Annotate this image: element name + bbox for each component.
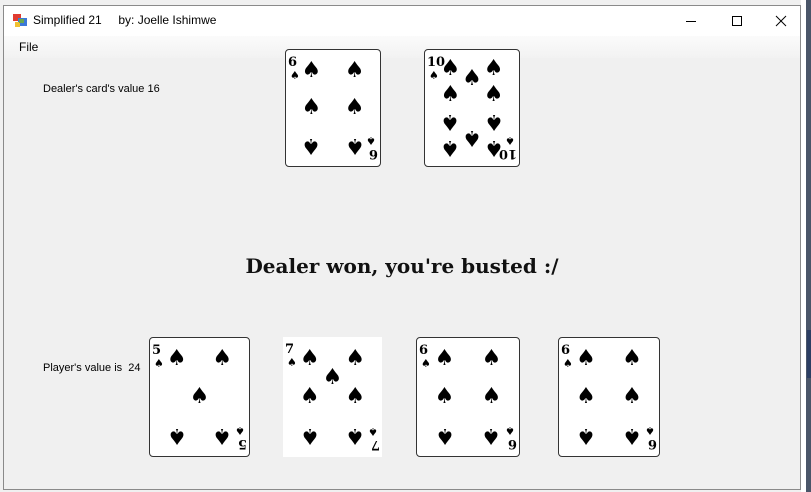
spade-icon: ♠ [290,69,300,82]
spade-icon: ♠ [483,82,504,108]
background-scrollbar [806,0,811,492]
spade-icon: ♠ [189,384,210,409]
maximize-button[interactable] [714,6,760,36]
spade-icon: ♠ [212,422,233,448]
dealer-value-label: Dealer's card's value 16 [43,83,160,95]
spade-icon: ♠ [622,384,642,409]
spade-icon: ♠ [505,134,515,147]
spade-icon: ♠ [440,82,461,108]
spade-icon: ♠ [287,356,297,369]
player-card-2: 7 ♠ 7 ♠ ♠ ♠ ♠ ♠ ♠ ♠ ♠ [283,337,382,457]
card-rank-top: 5 [152,343,162,358]
close-button[interactable] [758,6,804,36]
app-icon [13,14,27,27]
spade-icon: ♠ [462,125,482,150]
card-rank-bottom: 7 [370,437,380,452]
dealer-card-2: 10 ♠ 10 ♠ ♠ ♠ ♠ ♠ ♠ ♠ ♠ ♠ ♠ ♠ [424,49,520,167]
spade-icon: ♠ [622,422,642,448]
card-rank-top: 6 [288,55,298,70]
spade-icon: ♠ [344,57,365,83]
spade-icon: ♠ [434,384,455,409]
background-scrollbar-thumb [807,330,811,378]
spade-icon: ♠ [483,135,504,161]
spade-icon: ♠ [434,346,455,372]
spade-icon: ♠ [440,108,461,134]
spade-icon: ♠ [344,133,365,159]
card-rank-bottom: 6 [647,436,657,451]
menu-bar: File [4,36,800,58]
spade-icon: ♠ [344,95,365,120]
spade-icon: ♠ [440,55,461,81]
spade-icon: ♠ [366,134,376,147]
spade-icon: ♠ [481,346,502,372]
spade-icon: ♠ [301,133,322,159]
spade-icon: ♠ [368,425,378,438]
close-icon [775,15,787,27]
player-card-3: 6 ♠ 6 ♠ ♠ ♠ ♠ ♠ ♠ ♠ [416,337,520,457]
menu-file[interactable]: File [19,40,38,54]
spade-icon: ♠ [299,345,320,371]
player-value-label: Player's value is 24 [43,362,141,374]
player-card-4: 6 ♠ 6 ♠ ♠ ♠ ♠ ♠ ♠ ♠ [558,337,660,457]
spade-icon: ♠ [434,422,455,448]
spade-icon: ♠ [235,424,245,437]
spade-icon: ♠ [301,57,322,83]
spade-icon: ♠ [166,346,187,372]
spade-icon: ♠ [299,384,320,409]
spade-icon: ♠ [212,346,233,372]
spade-icon: ♠ [299,423,320,449]
status-message: Dealer won, you're busted :/ [245,254,559,278]
spade-icon: ♠ [576,422,596,448]
spade-icon: ♠ [345,423,366,449]
spade-icon: ♠ [505,424,515,437]
spade-icon: ♠ [563,357,573,370]
spade-icon: ♠ [576,384,596,409]
spade-icon: ♠ [345,384,366,409]
spade-icon: ♠ [322,364,343,390]
card-rank-top: 7 [285,342,295,357]
spade-icon: ♠ [645,424,655,437]
card-rank-bottom: 6 [368,146,378,161]
card-rank-top: 6 [419,343,429,358]
spade-icon: ♠ [576,346,596,372]
spade-icon: ♠ [481,384,502,409]
spade-icon: ♠ [301,95,322,120]
title-bar[interactable]: Simplified 21 by: Joelle Ishimwe [4,6,800,36]
dealer-card-1: 6 ♠ 6 ♠ ♠ ♠ ♠ ♠ ♠ ♠ [285,49,381,167]
spade-icon: ♠ [481,422,502,448]
spade-icon: ♠ [166,422,187,448]
app-window: Simplified 21 by: Joelle Ishimwe File De… [3,5,801,490]
player-card-1: 5 ♠ 5 ♠ ♠ ♠ ♠ ♠ ♠ [149,337,250,457]
spade-icon: ♠ [429,69,439,82]
minimize-button[interactable] [668,6,714,36]
maximize-icon [732,16,742,26]
spade-icon: ♠ [440,135,461,161]
card-rank-top: 6 [561,343,571,358]
spade-icon: ♠ [483,108,504,134]
spade-icon: ♠ [483,55,504,81]
background-window-edge [801,0,811,492]
spade-icon: ♠ [154,357,164,370]
window-title: Simplified 21 by: Joelle Ishimwe [33,13,217,27]
card-rank-bottom: 6 [507,436,517,451]
spade-icon: ♠ [462,66,482,91]
spade-icon: ♠ [345,345,366,371]
minimize-icon [686,21,696,22]
card-rank-bottom: 5 [237,436,247,451]
spade-icon: ♠ [622,346,642,372]
spade-icon: ♠ [421,357,431,370]
